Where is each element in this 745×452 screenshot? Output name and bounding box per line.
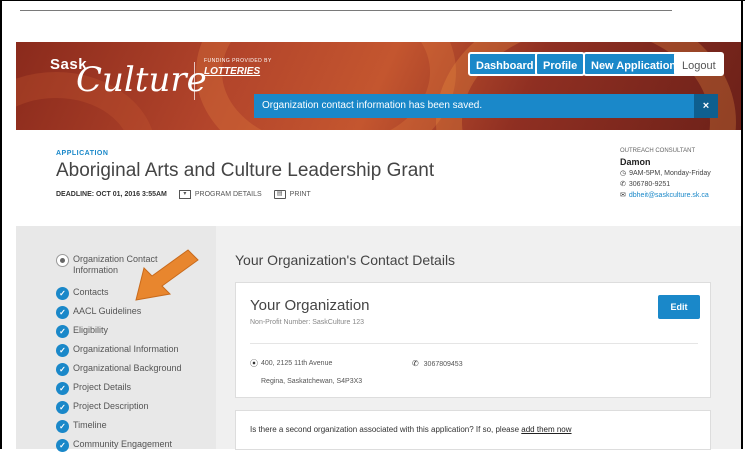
sidebar-item-label: Eligibility xyxy=(73,325,109,335)
consultant-hours-text: 9AM-5PM, Monday-Friday xyxy=(629,170,711,177)
deadline-text: DEADLINE: OCT 01, 2016 3:55AM xyxy=(56,191,167,198)
consultant-kicker: OUTREACH CONSULTANT xyxy=(620,148,696,154)
sidebar-item-label: Organizational Background xyxy=(73,363,182,373)
map-pin-icon: ⦿ xyxy=(250,359,258,368)
organization-name: Your Organization xyxy=(250,297,370,314)
sidebar-item-label: Organizational Information xyxy=(73,344,179,354)
clock-icon: ◷ xyxy=(620,170,627,177)
application-kicker: APPLICATION xyxy=(56,150,109,157)
sidebar-item-label: AACL Guidelines xyxy=(73,306,142,316)
address-line-2: Regina, Saskatchewan, S4P3X3 xyxy=(261,378,363,385)
save-notification: Organization contact information has bee… xyxy=(254,94,718,118)
check-icon: ✓ xyxy=(56,382,69,395)
lotteries-logo: LOTTERIES xyxy=(204,66,261,77)
print-link[interactable]: ▤ PRINT xyxy=(273,190,311,199)
organization-card: Your Organization Non-Profit Number: Sas… xyxy=(235,282,711,398)
application-header: APPLICATION Aboriginal Arts and Culture … xyxy=(16,130,741,226)
check-icon: ✓ xyxy=(56,344,69,357)
close-notification-button[interactable]: × xyxy=(694,94,718,118)
consultant-email-link[interactable]: dbheit@saskculture.sk.ca xyxy=(629,190,709,201)
print-label: PRINT xyxy=(289,191,311,198)
check-icon: ✓ xyxy=(56,439,69,452)
nonprofit-number: Non-Profit Number: SaskCulture 123 xyxy=(250,319,364,326)
details-icon: ▾ xyxy=(178,190,191,199)
consultant-hours: ◷ 9AM-5PM, Monday-Friday xyxy=(620,168,711,179)
address-line: Regina, Saskatchewan, S4P3X3 xyxy=(250,373,362,391)
sidebar-item-label: Project Details xyxy=(73,382,132,392)
phone-icon: ✆ xyxy=(412,359,419,368)
consultant-phone: ✆ 306780-9251 xyxy=(620,179,711,190)
organization-phone: ✆ 3067809453 xyxy=(412,355,463,374)
second-organization-question: Is there a second organization associate… xyxy=(250,425,522,434)
check-icon: ✓ xyxy=(56,306,69,319)
frame-border-left xyxy=(0,0,2,449)
second-organization-prompt: Is there a second organization associate… xyxy=(250,425,572,434)
application-meta: DEADLINE: OCT 01, 2016 3:55AM ▾ PROGRAM … xyxy=(56,190,311,199)
sidebar-item-label: Contacts xyxy=(73,287,109,297)
page-title: Aboriginal Arts and Culture Leadership G… xyxy=(56,160,435,181)
annotation-arrow-icon xyxy=(135,249,199,301)
sidebar-item-label: Information xyxy=(73,265,119,275)
sidebar-item-label: Timeline xyxy=(73,420,107,430)
check-icon: ✓ xyxy=(56,401,69,414)
current-step-icon xyxy=(56,254,69,267)
program-details-label: PROGRAM DETAILS xyxy=(194,191,262,198)
header-banner: Sask Culture FUNDING PROVIDED BY LOTTERI… xyxy=(16,42,741,130)
funding-text: FUNDING PROVIDED BY xyxy=(204,58,272,64)
phone-icon: ✆ xyxy=(620,181,626,188)
logo-culture-text: Culture xyxy=(76,60,207,100)
card-divider xyxy=(250,343,698,344)
dashboard-button[interactable]: Dashboard xyxy=(468,52,542,76)
check-icon: ✓ xyxy=(56,363,69,376)
program-details-link[interactable]: ▾ PROGRAM DETAILS xyxy=(178,190,262,199)
section-title: Your Organization's Contact Details xyxy=(235,252,456,268)
consultant-name: Damon xyxy=(620,157,651,167)
main-content: Your Organization's Contact Details Your… xyxy=(216,226,741,450)
address-line: ⦿ 400, 2125 11th Avenue xyxy=(250,355,362,373)
logo-divider xyxy=(194,62,195,100)
check-icon: ✓ xyxy=(56,325,69,338)
sidebar-item-label: Community Engagement xyxy=(73,439,173,449)
organization-phone-number: 3067809453 xyxy=(423,361,463,368)
organization-address: ⦿ 400, 2125 11th Avenue Regina, Saskatch… xyxy=(250,355,362,391)
logout-button[interactable]: Logout xyxy=(674,52,724,76)
sidebar-item-label: Project Description xyxy=(73,401,149,411)
new-application-button[interactable]: New Application xyxy=(583,52,685,76)
profile-button[interactable]: Profile xyxy=(535,52,586,76)
consultant-phone-text: 306780-9251 xyxy=(628,181,671,188)
second-organization-card: Is there a second organization associate… xyxy=(235,410,711,450)
edit-button[interactable]: Edit xyxy=(658,295,700,319)
check-icon: ✓ xyxy=(56,287,69,300)
printer-icon: ▤ xyxy=(273,190,286,199)
screenshot-frame: Sask Culture FUNDING PROVIDED BY LOTTERI… xyxy=(0,0,745,452)
outreach-consultant: OUTREACH CONSULTANT Damon ◷ 9AM-5PM, Mon… xyxy=(620,146,711,201)
notification-message: Organization contact information has bee… xyxy=(262,100,483,111)
check-icon: ✓ xyxy=(56,420,69,433)
envelope-icon: ✉ xyxy=(620,192,626,199)
address-line-1: 400, 2125 11th Avenue xyxy=(261,360,333,367)
consultant-email[interactable]: ✉ dbheit@saskculture.sk.ca xyxy=(620,190,711,201)
frame-border-top xyxy=(0,0,745,1)
frame-border-right xyxy=(741,0,743,449)
add-them-now-link[interactable]: add them now xyxy=(521,425,571,434)
document-rule xyxy=(20,10,672,11)
